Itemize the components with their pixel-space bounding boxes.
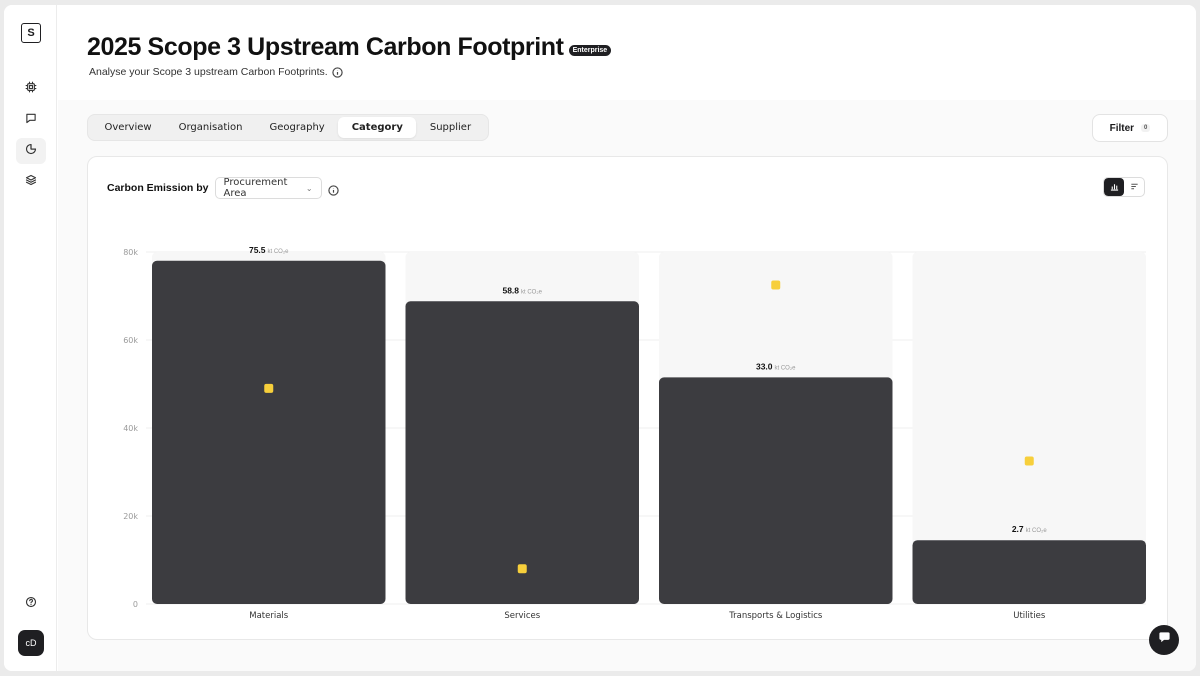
tab-supplier[interactable]: Supplier <box>416 117 484 138</box>
sidebar-item-dashboard[interactable] <box>16 76 46 102</box>
app-window: S cD 2025 Scope 3 Upstream Carbon Footpr… <box>4 5 1196 671</box>
emission-chart-card: Carbon Emission by Procurement Area ⌄ 02… <box>87 156 1168 640</box>
chat-support-button[interactable] <box>1149 625 1179 655</box>
page-title: 2025 Scope 3 Upstream Carbon Footprint <box>87 33 564 61</box>
y-tick-label: 20k <box>123 512 138 521</box>
pie-chart-icon <box>25 142 37 160</box>
sidebar-item-layers[interactable] <box>16 169 46 195</box>
bar <box>659 377 893 604</box>
page-subtitle: Analyse your Scope 3 upstream Carbon Foo… <box>89 66 328 78</box>
tab-organisation[interactable]: Organisation <box>165 117 256 138</box>
tab-overview[interactable]: Overview <box>91 117 165 138</box>
chat-icon <box>1158 631 1171 649</box>
tab-geography[interactable]: Geography <box>256 117 338 138</box>
sidebar-rail: S cD <box>4 5 57 671</box>
user-initials: cD <box>25 638 37 648</box>
marker-point <box>771 280 781 290</box>
tab-category[interactable]: Category <box>338 117 417 138</box>
chip-icon <box>25 80 37 98</box>
filter-count-badge: 0 <box>1141 124 1151 132</box>
app-logo[interactable]: S <box>21 23 41 43</box>
bar <box>152 260 386 604</box>
y-tick-label: 40k <box>123 424 138 433</box>
sidebar-item-analytics[interactable] <box>16 138 46 164</box>
marker-point <box>264 383 274 393</box>
y-tick-label: 0 <box>133 600 138 609</box>
main-content: 2025 Scope 3 Upstream Carbon Footprint E… <box>58 5 1196 671</box>
help-icon <box>25 595 37 613</box>
marker-point <box>517 564 527 574</box>
x-tick-label: Transports & Logistics <box>728 611 823 621</box>
layers-icon <box>25 173 37 191</box>
emission-bar-chart: 020k40k60k80k 75.5 kt CO₂eMaterials58.8 kt … <box>123 245 1146 621</box>
page-header: 2025 Scope 3 Upstream Carbon Footprint E… <box>58 5 1196 100</box>
sidebar-item-messages[interactable] <box>16 107 46 133</box>
x-tick-label: Materials <box>249 611 289 621</box>
user-avatar[interactable]: cD <box>18 630 44 656</box>
marker-point <box>1024 456 1034 466</box>
message-icon <box>25 111 37 129</box>
x-tick-label: Services <box>504 611 540 621</box>
help-button[interactable] <box>16 591 46 617</box>
bar <box>912 540 1146 604</box>
info-icon[interactable] <box>332 66 343 78</box>
app-logo-letter: S <box>27 27 35 39</box>
view-tabs: Overview Organisation Geography Category… <box>87 114 489 141</box>
plan-badge: Enterprise <box>568 45 612 56</box>
filter-label: Filter <box>1109 122 1135 134</box>
filter-button[interactable]: Filter 0 <box>1092 114 1168 142</box>
y-tick-label: 80k <box>123 248 138 257</box>
y-tick-label: 60k <box>123 336 138 345</box>
bar <box>405 301 639 604</box>
data-label: 75.5 kt CO₂e <box>249 245 289 255</box>
x-tick-label: Utilities <box>1013 611 1046 621</box>
